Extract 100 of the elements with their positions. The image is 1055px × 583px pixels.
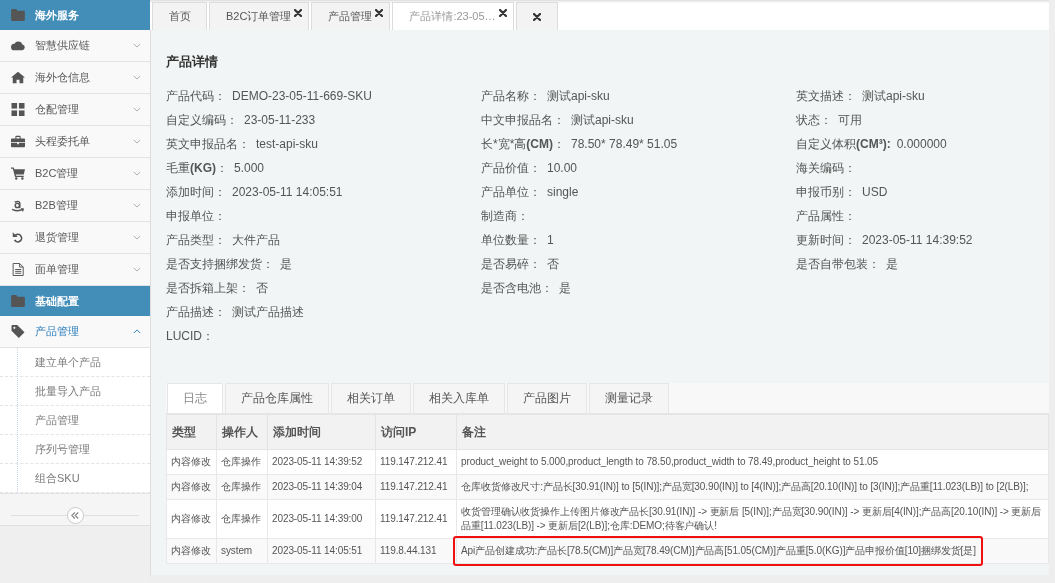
field-label: 状态： [796, 111, 832, 129]
field-label: 单位数量： [481, 231, 541, 249]
field-label: 添加时间： [166, 183, 226, 201]
field-value: 是 [559, 279, 571, 297]
field-label: 英文描述： [796, 87, 856, 105]
remark-text: Api产品创建成功:产品长[78.5(CM)]产品宽[78.49(CM)]产品高[51.05(CM)]产品重[5.0(KG)]产品申报价值[10]捆绑发货[是] [461, 544, 976, 558]
close-icon[interactable] [498, 9, 507, 17]
field-value: 测试api-sku [862, 87, 925, 105]
tab[interactable]: 测量记录 [589, 383, 669, 413]
field-label: 申报币别： [796, 183, 856, 201]
field-value: test-api-sku [256, 137, 319, 151]
table-cell: 119.147.212.41 [375, 474, 457, 500]
field-label: 产品描述： [166, 303, 226, 321]
column-header: 类型 [166, 414, 217, 450]
field-label: 产品类型： [166, 231, 226, 249]
chevron-up-icon [133, 329, 141, 334]
field-value: 是 [886, 255, 898, 273]
field-label: 产品代码： [166, 87, 226, 105]
close-icon[interactable] [375, 9, 384, 17]
column-header: 备注 [456, 414, 1049, 450]
field-value: 测试api-sku [571, 111, 634, 129]
table-cell: 2023-05-11 14:39:00 [267, 499, 376, 539]
chevron-down-icon [133, 139, 141, 144]
field-label: 产品单位： [481, 183, 541, 201]
sidebar-item[interactable]: 仓配管理 [0, 94, 150, 126]
chevron-down-icon [133, 171, 141, 176]
tab[interactable]: 产品仓库属性 [225, 383, 329, 413]
table-cell: 119.147.212.41 [375, 499, 457, 539]
close-icon[interactable] [294, 9, 303, 17]
table-cell: 内容修改 [166, 449, 217, 475]
double-chevron-left-icon [71, 512, 79, 519]
column-header: 访问IP [375, 414, 457, 450]
field-value: 大件产品 [232, 231, 280, 249]
chevron-down-icon [133, 43, 141, 48]
remark-text: 品重[11.023(LB)] -> 更新后[2(LB)];仓库:DEMO;待客户确认! [461, 519, 718, 533]
field-value: DEMO-23-05-11-669-SKU [232, 89, 372, 103]
field-label: 是否易碎： [481, 255, 541, 273]
table-cell: 2023-05-11 14:05:51 [267, 538, 376, 564]
field-value: 否 [256, 279, 268, 297]
sidebar-item[interactable]: 海外仓信息 [0, 62, 150, 94]
field-value: 2023-05-11 14:05:51 [232, 185, 343, 199]
section-title: 基础配置 [35, 293, 79, 309]
document-icon [11, 263, 25, 276]
home-icon [11, 71, 25, 84]
tab[interactable]: B2C订单管理 [209, 2, 310, 30]
close-icon[interactable] [532, 12, 541, 21]
field-value: 0.000000 [896, 137, 947, 151]
field-label: 产品价值： [481, 159, 541, 177]
field-value: 测试产品描述 [232, 303, 304, 321]
field-value: 否 [547, 255, 559, 273]
table-cell: 内容修改 [166, 538, 217, 564]
sidebar-item[interactable]: 智慧供应链 [0, 30, 150, 62]
table-cell: 2023-05-11 14:39:52 [267, 449, 376, 475]
field-value: 可用 [838, 111, 862, 129]
field-value: 23-05-11-233 [244, 113, 316, 127]
section-title: 海外服务 [35, 7, 79, 23]
tab[interactable]: 相关订单 [331, 383, 411, 413]
sidebar-item[interactable]: 面单管理 [0, 254, 150, 286]
tab[interactable]: 日志 [167, 383, 223, 413]
sidebar-item[interactable]: 产品管理 [0, 316, 150, 348]
collapse-sidebar-button[interactable] [66, 507, 84, 524]
field-label: 更新时间： [796, 231, 856, 249]
column-header: 操作人 [216, 414, 268, 450]
sidebar-item[interactable]: B2B管理 [0, 190, 150, 222]
grid-icon [11, 103, 25, 116]
folder-icon [11, 9, 25, 21]
sidebar-item[interactable]: B2C管理 [0, 158, 150, 190]
field-label: LUCID： [166, 327, 214, 345]
chevron-down-icon [133, 203, 141, 208]
field-value: 10.00 [547, 161, 578, 175]
field-label: 自定义体积(CM³): [796, 135, 891, 153]
tab[interactable]: 相关入库单 [413, 383, 505, 413]
column-header: 添加时间 [267, 414, 376, 450]
field-label: 自定义编码： [166, 111, 238, 129]
remark-text: 仓库收货修改尺寸:产品长[30.91(IN)] to [5(IN)];产品宽[30.90(IN)] to [4(IN)];产品高[20.10(IN)] to [3(IN)];产品重[11.023(LB)] to [2(LB)]; [461, 480, 1030, 494]
remark-text: product_weight to 5.000,product_length to 78.50,product_width to 78.49,product_height to 51.05 [461, 455, 880, 469]
field-label: 制造商： [481, 207, 529, 225]
field-label: 海关编码： [796, 159, 856, 177]
undo-icon [11, 231, 25, 244]
field-value: 78.50* 78.49* 51.05 [571, 137, 678, 151]
tag-icon [11, 325, 25, 338]
tab[interactable]: 首页 [152, 2, 207, 30]
field-label: 是否含电池： [481, 279, 553, 297]
sidebar-item[interactable]: 退货管理 [0, 222, 150, 254]
folder-icon [11, 295, 25, 307]
cart-icon [11, 167, 25, 180]
chevron-down-icon [133, 75, 141, 80]
table-cell: 119.147.212.41 [375, 449, 457, 475]
chevron-down-icon [133, 235, 141, 240]
field-value: 5.000 [234, 161, 265, 175]
sidebar-item[interactable]: 头程委托单 [0, 126, 150, 158]
table-cell: 仓库操作 [216, 449, 268, 475]
tab[interactable]: 产品管理 [311, 2, 391, 30]
table-cell: 2023-05-11 14:39:04 [267, 474, 376, 500]
field-label: 中文申报品名： [481, 111, 565, 129]
tab[interactable]: 产品图片 [507, 383, 587, 413]
close-all-tab[interactable] [515, 2, 558, 30]
field-label: 英文申报品名： [166, 135, 250, 153]
field-value: single [547, 185, 579, 199]
field-value: 测试api-sku [547, 87, 610, 105]
